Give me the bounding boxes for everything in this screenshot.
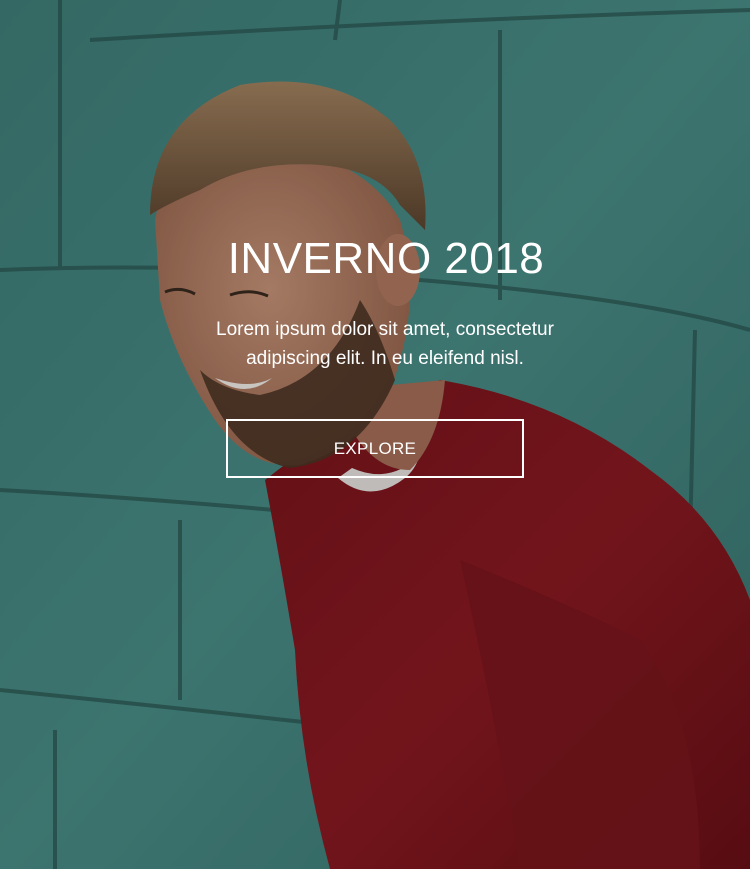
hero-section: INVERNO 2018 Lorem ipsum dolor sit amet,… xyxy=(0,0,750,869)
hero-subtitle: Lorem ipsum dolor sit amet, consectetur … xyxy=(160,315,610,373)
hero-title: INVERNO 2018 xyxy=(227,234,545,283)
hero-content: INVERNO 2018 Lorem ipsum dolor sit amet,… xyxy=(0,0,750,869)
hero-subtitle-line-2: adipiscing elit. In eu eleifend nisl. xyxy=(246,348,524,369)
explore-button[interactable]: EXPLORE xyxy=(226,419,524,478)
hero-subtitle-line-1: Lorem ipsum dolor sit amet, consectetur xyxy=(216,319,554,340)
